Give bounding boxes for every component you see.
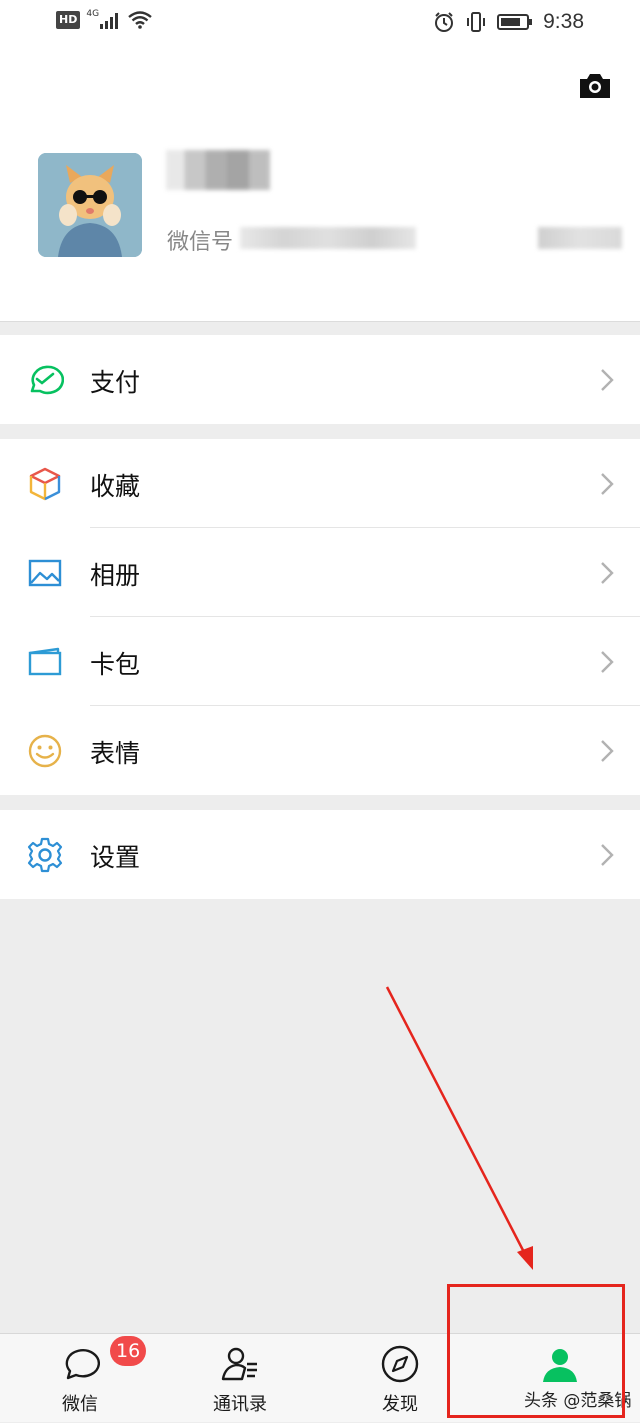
tab-chats-label: 微信: [62, 1394, 98, 1415]
tab-contacts[interactable]: 通讯录: [180, 1334, 300, 1423]
status-bar: HD 4G 9:38: [0, 0, 640, 46]
menu-item-settings[interactable]: 设置: [0, 810, 640, 899]
wifi-icon: [128, 11, 152, 29]
chevron-right-icon: [601, 740, 614, 762]
smiley-icon: [28, 734, 62, 768]
vibrate-icon: [467, 12, 486, 32]
menu-group-settings: 设置: [0, 810, 640, 899]
wechat-id-label: 微信号: [167, 230, 234, 255]
unread-badge: 16: [110, 1336, 147, 1366]
tab-chats[interactable]: 16 微信: [20, 1334, 147, 1423]
menu-item-album[interactable]: 相册: [0, 528, 640, 617]
compass-icon: [381, 1345, 419, 1383]
gear-icon: [27, 837, 63, 873]
menu-group-main: 收藏 相册 卡包 表情: [0, 439, 640, 795]
chevron-right-icon: [601, 369, 614, 391]
favorites-cube-icon: [29, 467, 61, 501]
wechat-id-blurred: [240, 227, 416, 249]
tab-discover-label: 发现: [382, 1394, 418, 1415]
qr-area-blurred: [538, 227, 622, 249]
menu-item-favorites[interactable]: 收藏: [0, 439, 640, 528]
annotation-highlight-box: [447, 1284, 625, 1418]
avatar[interactable]: [38, 153, 142, 257]
menu-item-cards[interactable]: 卡包: [0, 617, 640, 706]
card-wallet-icon: [28, 647, 62, 676]
menu-item-stickers-label: 表情: [90, 739, 141, 768]
chat-bubble-icon: [65, 1349, 100, 1380]
pay-icon: [30, 365, 64, 395]
menu-item-favorites-label: 收藏: [90, 472, 141, 501]
contacts-icon: [221, 1347, 257, 1381]
menu-item-pay[interactable]: 支付: [0, 335, 640, 424]
camera-icon[interactable]: [578, 70, 612, 100]
chevron-right-icon: [601, 473, 614, 495]
album-icon: [28, 559, 62, 587]
tab-contacts-label: 通讯录: [213, 1394, 267, 1415]
battery-icon: [497, 14, 533, 30]
chevron-right-icon: [601, 844, 614, 866]
cat-avatar-icon: [38, 153, 142, 257]
alarm-icon: [435, 12, 454, 32]
clock-time: 9:38: [543, 10, 584, 33]
hd-badge: HD: [56, 11, 81, 29]
chevron-right-icon: [601, 651, 614, 673]
menu-item-stickers[interactable]: 表情: [0, 706, 640, 795]
signal-icon: [100, 13, 119, 29]
nickname-blurred: [166, 150, 270, 190]
menu-group-pay: 支付: [0, 335, 640, 424]
chevron-right-icon: [601, 562, 614, 584]
menu-item-cards-label: 卡包: [90, 650, 141, 679]
network-type: 4G: [86, 9, 100, 19]
menu-item-pay-label: 支付: [90, 368, 141, 397]
menu-item-settings-label: 设置: [90, 843, 141, 872]
menu-item-album-label: 相册: [90, 561, 141, 590]
tab-discover[interactable]: 发现: [340, 1334, 460, 1423]
